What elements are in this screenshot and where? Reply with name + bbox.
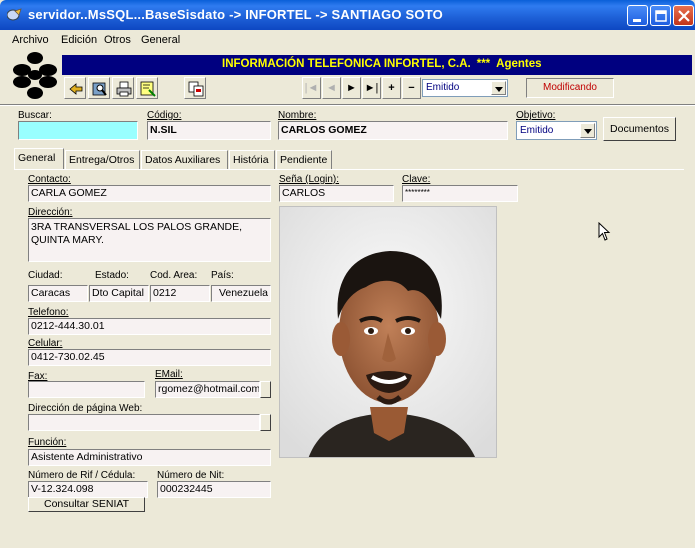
objetivo-label: Objetivo: bbox=[516, 110, 556, 121]
direccion-field[interactable]: 3RA TRANSVERSAL LOS PALOS GRANDE, QUINTA… bbox=[28, 218, 271, 262]
search-input[interactable] bbox=[18, 121, 138, 140]
app-icon bbox=[7, 8, 22, 21]
direccion-line1: 3RA TRANSVERSAL LOS PALOS GRANDE, bbox=[31, 221, 243, 233]
status-combo[interactable]: Emitido bbox=[422, 79, 508, 97]
nit-field[interactable]: 000232445 bbox=[157, 481, 271, 498]
rif-field[interactable]: V-12.324.098 bbox=[28, 481, 148, 498]
mouse-cursor-icon bbox=[598, 222, 611, 241]
menu-bar: Archivo Edición Otros General bbox=[0, 30, 695, 50]
chevron-down-icon[interactable] bbox=[580, 123, 595, 138]
nit-label: Número de Nit: bbox=[157, 470, 225, 481]
telefono-field[interactable]: 0212-444.30.01 bbox=[28, 318, 271, 335]
objetivo-value: Emitido bbox=[520, 125, 554, 136]
logo-icon bbox=[13, 52, 57, 99]
maximize-button[interactable] bbox=[650, 5, 671, 26]
email-field[interactable]: rgomez@hotmail.com bbox=[155, 381, 260, 398]
web-label: Dirección de página Web: bbox=[28, 403, 143, 414]
codigo-label: Código: bbox=[147, 110, 182, 121]
estado-field[interactable]: Dto Capital bbox=[89, 285, 149, 302]
pais-label: País: bbox=[211, 270, 234, 281]
cod-area-label: Cod. Area: bbox=[150, 270, 198, 281]
ciudad-label: Ciudad: bbox=[28, 270, 63, 281]
minimize-button[interactable] bbox=[627, 5, 648, 26]
add-record-button[interactable]: + bbox=[382, 77, 401, 99]
search-button[interactable] bbox=[88, 77, 110, 99]
search-icon bbox=[92, 82, 107, 96]
close-icon bbox=[678, 10, 690, 22]
estado-label: Estado: bbox=[95, 270, 129, 281]
close-button[interactable] bbox=[673, 5, 694, 26]
tab-pendiente[interactable]: Pendiente bbox=[276, 150, 332, 169]
back-button[interactable] bbox=[64, 77, 86, 99]
company-name: INFORMACIÓN TELEFONICA INFORTEL, C.A. bbox=[222, 58, 471, 70]
contacto-label: Contacto: bbox=[28, 174, 71, 185]
module-name: Agentes bbox=[496, 58, 542, 70]
chevron-down-icon[interactable] bbox=[491, 81, 506, 95]
title-bar[interactable]: servidor..MsSQL...BaseSisdato -> INFORTE… bbox=[0, 0, 695, 30]
direccion-line2: QUINTA MARY. bbox=[31, 234, 104, 246]
divider bbox=[0, 104, 695, 106]
clave-label: Clave: bbox=[402, 174, 431, 185]
documentos-button[interactable]: Documentos bbox=[603, 117, 676, 141]
celular-field[interactable]: 0412-730.02.45 bbox=[28, 349, 271, 366]
ciudad-field[interactable]: Caracas bbox=[28, 285, 88, 302]
copy-icon bbox=[188, 81, 204, 97]
email-label: EMail: bbox=[155, 369, 183, 380]
tab-historia[interactable]: História bbox=[229, 150, 275, 169]
consultar-seniat-button[interactable]: Consultar SENIAT bbox=[28, 497, 145, 512]
agent-photo bbox=[280, 207, 496, 457]
celular-label: Celular: bbox=[28, 338, 63, 349]
menu-archivo[interactable]: Archivo bbox=[12, 34, 49, 46]
fax-field[interactable] bbox=[28, 381, 145, 398]
direccion-label: Dirección: bbox=[28, 207, 73, 218]
menu-general[interactable]: General bbox=[141, 34, 180, 46]
banner-stars: *** bbox=[476, 58, 491, 70]
tab-general[interactable]: General bbox=[14, 148, 64, 169]
menu-edicion[interactable]: Edición bbox=[61, 34, 97, 46]
copy-button[interactable] bbox=[184, 77, 206, 99]
web-action-button[interactable] bbox=[260, 414, 271, 431]
agent-photo-frame bbox=[279, 206, 497, 458]
company-banner: INFORMACIÓN TELEFONICA INFORTEL, C.A. ***… bbox=[62, 55, 692, 75]
pais-field[interactable]: Venezuela bbox=[211, 285, 271, 302]
tab-entrega-otros[interactable]: Entrega/Otros bbox=[65, 150, 140, 169]
next-record-button[interactable]: ► bbox=[342, 77, 361, 99]
nombre-field[interactable]: CARLOS GOMEZ bbox=[278, 121, 508, 140]
telefono-label: Telefono: bbox=[28, 307, 69, 318]
print-button[interactable] bbox=[112, 77, 134, 99]
sena-label: Seña (Login): bbox=[279, 174, 340, 185]
first-record-button[interactable]: |◄ bbox=[302, 77, 321, 99]
buscar-label: Buscar: bbox=[18, 110, 52, 121]
funcion-field[interactable]: Asistente Administrativo bbox=[28, 449, 271, 466]
status-combo-value: Emitido bbox=[426, 82, 460, 93]
codigo-field[interactable]: N.SIL bbox=[147, 121, 271, 140]
toolbar: |◄ ◄ ► ►| + − Emitido Modificando bbox=[62, 77, 622, 101]
menu-otros[interactable]: Otros bbox=[104, 34, 131, 46]
window-title: servidor..MsSQL...BaseSisdato -> INFORTE… bbox=[28, 7, 443, 22]
funcion-label: Función: bbox=[28, 437, 67, 448]
web-field[interactable] bbox=[28, 414, 260, 431]
back-icon bbox=[69, 83, 83, 95]
nombre-label: Nombre: bbox=[278, 110, 317, 121]
rif-label: Número de Rif / Cédula: bbox=[28, 470, 136, 481]
minimize-icon bbox=[633, 19, 641, 22]
note-button[interactable] bbox=[136, 77, 158, 99]
mode-indicator: Modificando bbox=[526, 78, 614, 98]
clave-field[interactable]: ******** bbox=[402, 185, 518, 202]
last-record-button[interactable]: ►| bbox=[362, 77, 381, 99]
maximize-icon bbox=[655, 10, 667, 22]
print-icon bbox=[116, 81, 132, 97]
email-action-button[interactable] bbox=[260, 381, 271, 398]
tab-datos-auxiliares[interactable]: Datos Auxiliares bbox=[141, 150, 228, 169]
note-icon bbox=[140, 81, 156, 97]
contacto-field[interactable]: CARLA GOMEZ bbox=[28, 185, 271, 202]
delete-record-button[interactable]: − bbox=[402, 77, 421, 99]
cod-area-field[interactable]: 0212 bbox=[150, 285, 210, 302]
prev-record-button[interactable]: ◄ bbox=[322, 77, 341, 99]
sena-field[interactable]: CARLOS bbox=[279, 185, 394, 202]
objetivo-combo[interactable]: Emitido bbox=[516, 121, 597, 140]
